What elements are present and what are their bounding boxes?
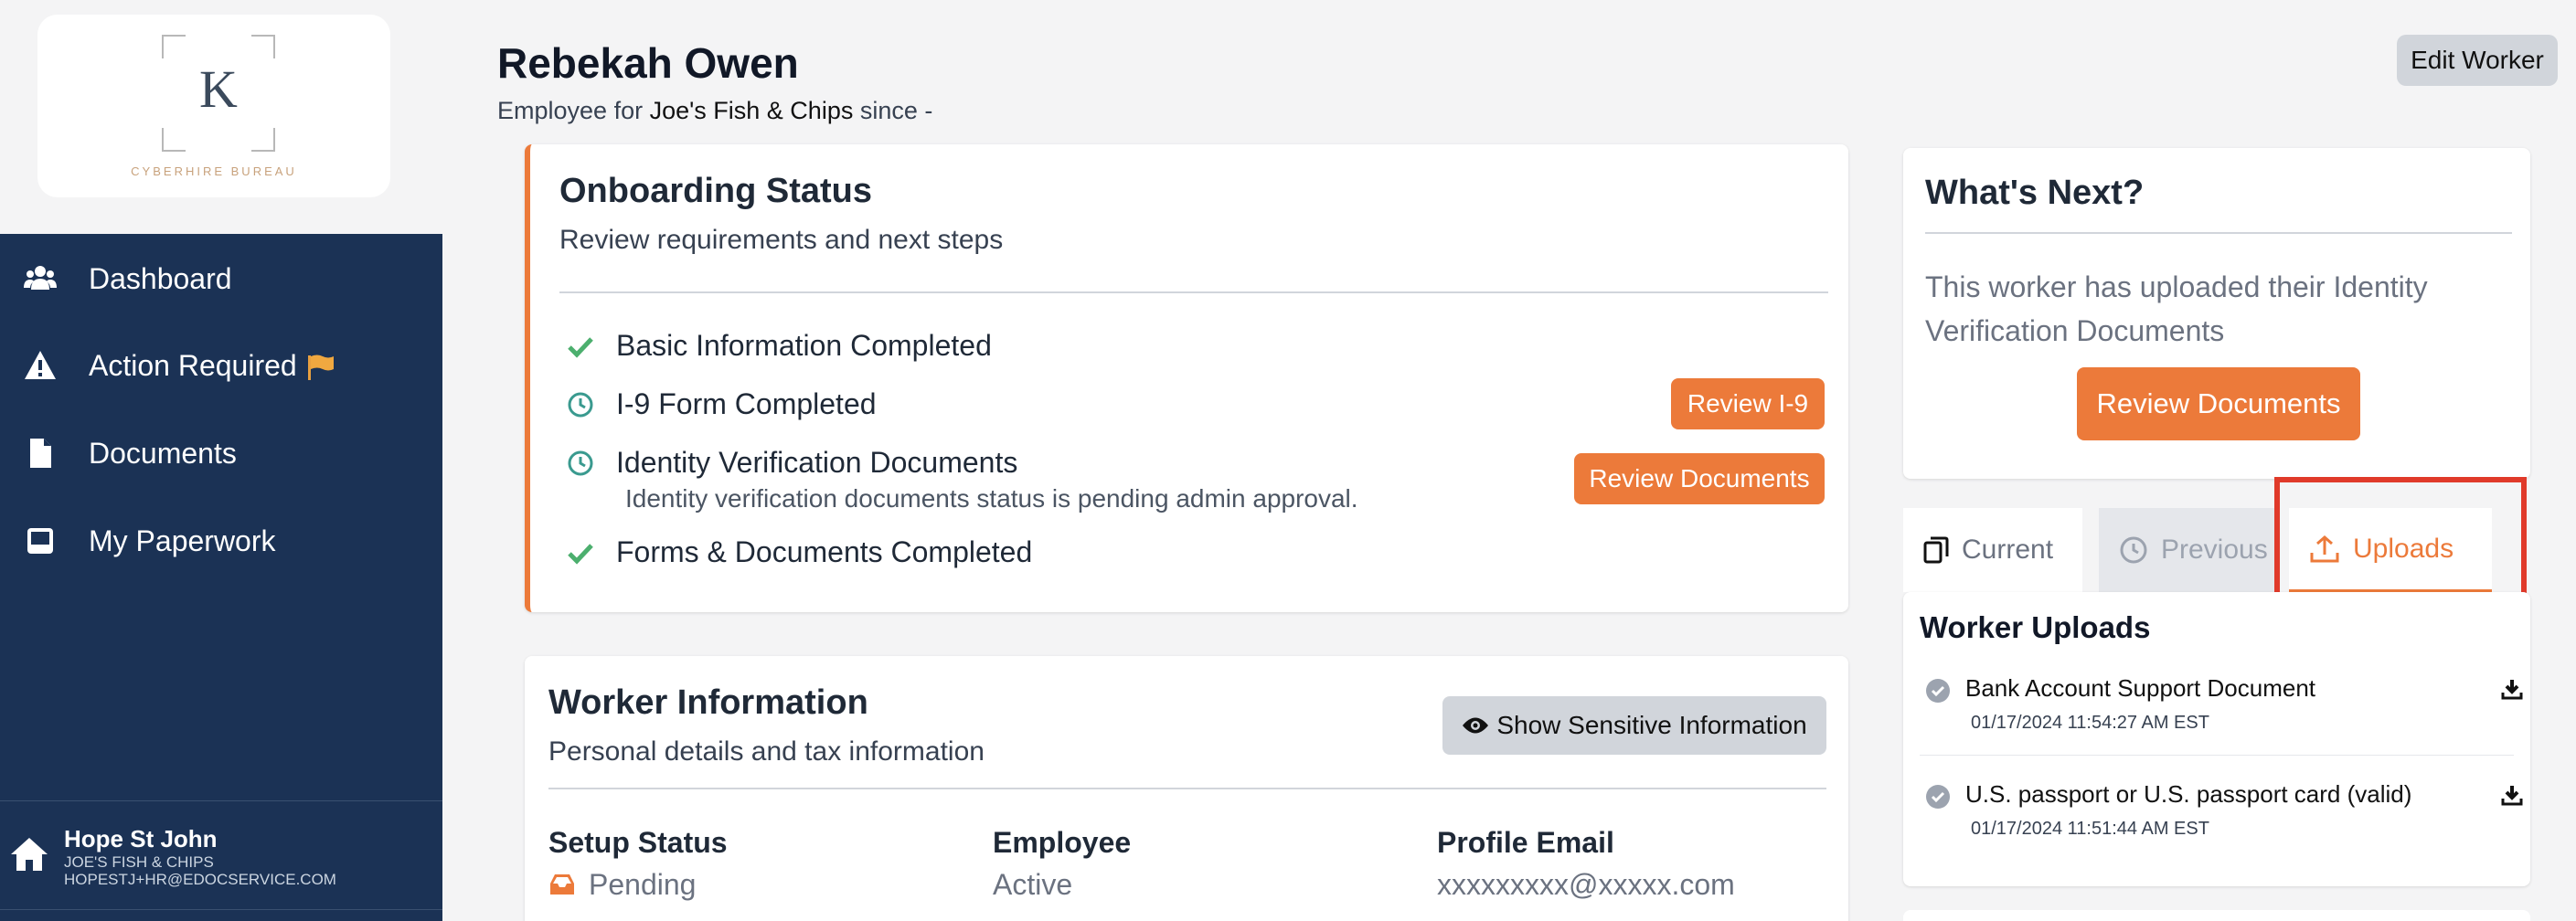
subtitle-prefix: Employee for <box>497 97 644 124</box>
check-icon <box>568 544 593 565</box>
clock-icon <box>568 450 593 476</box>
profile-email-value: xxxxxxxxx@xxxxx.com <box>1437 868 1735 901</box>
home-icon <box>11 838 48 871</box>
logo-area: K CYBERHIRE BUREAU <box>0 0 442 234</box>
setup-status-text: Pending <box>589 868 697 901</box>
next-card-edge <box>1903 910 2530 921</box>
user-name: Hope St John <box>64 825 218 852</box>
setup-status-value: Pending <box>548 868 696 902</box>
whats-next-card: What's Next? This worker has uploaded th… <box>1903 148 2530 479</box>
profile-email-label: Profile Email <box>1437 826 1614 859</box>
onboarding-title: Onboarding Status <box>559 172 872 210</box>
eye-icon <box>1463 717 1489 734</box>
subtitle-suffix: since - <box>859 97 933 124</box>
check-icon <box>568 337 593 358</box>
upload-date: 01/17/2024 11:51:44 AM EST <box>1971 819 2209 839</box>
tab-label: Previous <box>2161 535 2268 565</box>
user-email: HOPESTJ+HR@EDOCSERVICE.COM <box>64 871 336 888</box>
step-label: Basic Information Completed <box>616 329 992 362</box>
whats-next-review-documents-button[interactable]: Review Documents <box>2077 367 2360 440</box>
download-icon[interactable] <box>2501 784 2523 806</box>
users-icon <box>24 266 57 290</box>
worker-uploads-card: Worker Uploads Bank Account Support Docu… <box>1903 592 2530 886</box>
sidebar-item-documents[interactable]: Documents <box>0 421 442 485</box>
clock-icon <box>2120 536 2147 564</box>
edit-worker-button[interactable]: Edit Worker <box>2397 35 2558 86</box>
warning-icon <box>25 351 56 379</box>
setup-status-label: Setup Status <box>548 826 728 859</box>
show-sensitive-info-button[interactable]: Show Sensitive Information <box>1442 696 1826 755</box>
onboarding-subtitle: Review requirements and next steps <box>559 225 1004 255</box>
file-icon <box>30 439 51 468</box>
inbox-icon <box>27 528 53 554</box>
employee-label: Employee <box>993 826 1132 859</box>
worker-information-card: Worker Information Personal details and … <box>525 656 1848 921</box>
step-label: I-9 Form Completed <box>616 387 877 420</box>
company-name: Joe's Fish & Chips <box>649 97 854 124</box>
worker-info-title: Worker Information <box>548 683 868 722</box>
upload-name: Bank Account Support Document <box>1965 674 2316 702</box>
review-i9-button[interactable]: Review I-9 <box>1671 378 1825 429</box>
brand-logo[interactable]: K CYBERHIRE BUREAU <box>37 15 390 197</box>
user-company: JOE'S FISH & CHIPS <box>64 853 214 871</box>
logo-frame: K <box>162 35 275 152</box>
check-circle-icon <box>1926 785 1950 809</box>
worker-uploads-title: Worker Uploads <box>1920 610 2151 644</box>
sidebar: K CYBERHIRE BUREAU Dashboard Action Requ… <box>0 0 442 921</box>
whats-next-title: What's Next? <box>1925 174 2145 212</box>
upload-name: U.S. passport or U.S. passport card (val… <box>1965 780 2412 808</box>
check-circle-icon <box>1926 679 1950 703</box>
sidebar-item-label: Documents <box>89 436 237 470</box>
tab-label: Current <box>1962 535 2054 565</box>
step-note: Identity verification documents status i… <box>625 484 1358 513</box>
sidebar-item-label: Dashboard <box>89 261 232 295</box>
onboarding-status-card: Onboarding Status Review requirements an… <box>525 144 1848 612</box>
review-documents-button[interactable]: Review Documents <box>1574 453 1825 504</box>
sidebar-item-action-required[interactable]: Action Required <box>0 333 442 397</box>
inbox-icon <box>550 874 574 895</box>
tab-current[interactable]: Current <box>1903 508 2082 592</box>
brand-name: CYBERHIRE BUREAU <box>131 164 297 178</box>
show-sensitive-info-label: Show Sensitive Information <box>1496 711 1807 739</box>
sidebar-item-my-paperwork[interactable]: My Paperwork <box>0 509 442 573</box>
divider <box>559 291 1828 293</box>
step-label: Forms & Documents Completed <box>616 535 1033 568</box>
whats-next-text: This worker has uploaded their Identity … <box>1925 270 2428 347</box>
download-icon[interactable] <box>2501 678 2523 700</box>
employee-value: Active <box>993 868 1073 901</box>
worker-info-subtitle: Personal details and tax information <box>548 736 985 767</box>
logo-letter: K <box>199 59 238 119</box>
page-title: Rebekah Owen <box>497 39 799 87</box>
step-label: Identity Verification Documents <box>616 446 1018 479</box>
divider <box>1920 755 2514 756</box>
user-profile[interactable]: Hope St John JOE'S FISH & CHIPS HOPESTJ+… <box>0 800 442 910</box>
sidebar-item-dashboard[interactable]: Dashboard <box>0 247 442 311</box>
copy-icon <box>1923 536 1949 564</box>
divider <box>548 788 1826 789</box>
sidebar-item-label: My Paperwork <box>89 524 276 557</box>
upload-date: 01/17/2024 11:54:27 AM EST <box>1971 713 2209 733</box>
divider <box>1925 232 2512 234</box>
sidebar-item-label-text: Action Required <box>89 348 297 382</box>
sidebar-item-label: Action Required <box>89 349 335 383</box>
clock-icon <box>568 392 593 418</box>
tab-previous[interactable]: Previous <box>2099 508 2276 592</box>
flag-icon <box>307 355 334 381</box>
page-subtitle: Employee for Joe's Fish & Chips since - <box>497 97 932 125</box>
